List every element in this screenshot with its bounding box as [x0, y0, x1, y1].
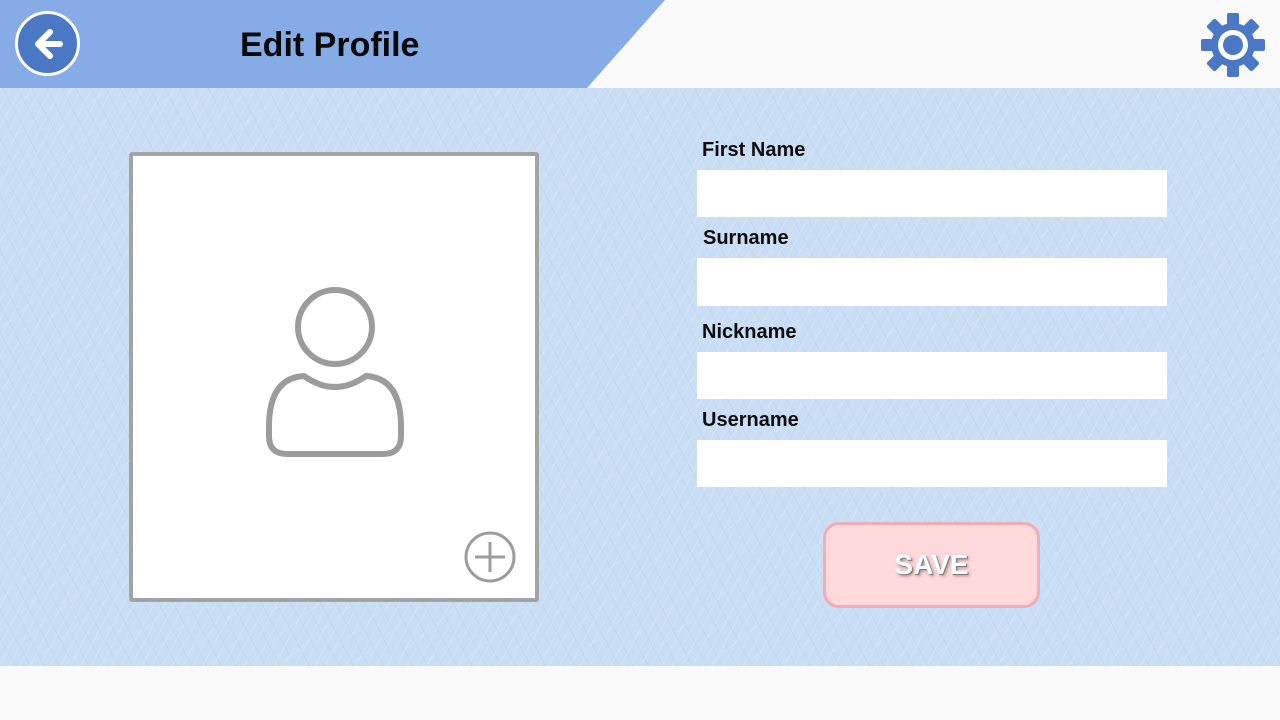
username-label: Username: [702, 409, 799, 431]
nickname-field[interactable]: [697, 352, 1167, 399]
edit-profile-screen: Edit Profile First Name Surname Nickname…: [0, 0, 1280, 720]
save-button[interactable]: SAVE: [823, 522, 1040, 608]
username-field[interactable]: [697, 440, 1167, 487]
header-bar: Edit Profile: [0, 0, 1280, 88]
first-name-label: First Name: [702, 139, 806, 161]
first-name-field[interactable]: [697, 170, 1167, 217]
surname-field[interactable]: [697, 258, 1167, 306]
footer-bar: [0, 666, 1280, 720]
surname-label: Surname: [703, 227, 789, 249]
profile-photo-box[interactable]: [129, 152, 539, 602]
nickname-label: Nickname: [702, 321, 797, 343]
plus-circle-icon[interactable]: [463, 530, 517, 584]
arrow-left-icon: [34, 28, 63, 59]
back-button[interactable]: [15, 11, 80, 76]
gear-icon: [1201, 13, 1265, 77]
user-silhouette-icon: [266, 287, 404, 457]
settings-button[interactable]: [1200, 12, 1266, 78]
page-title: Edit Profile: [240, 26, 420, 64]
